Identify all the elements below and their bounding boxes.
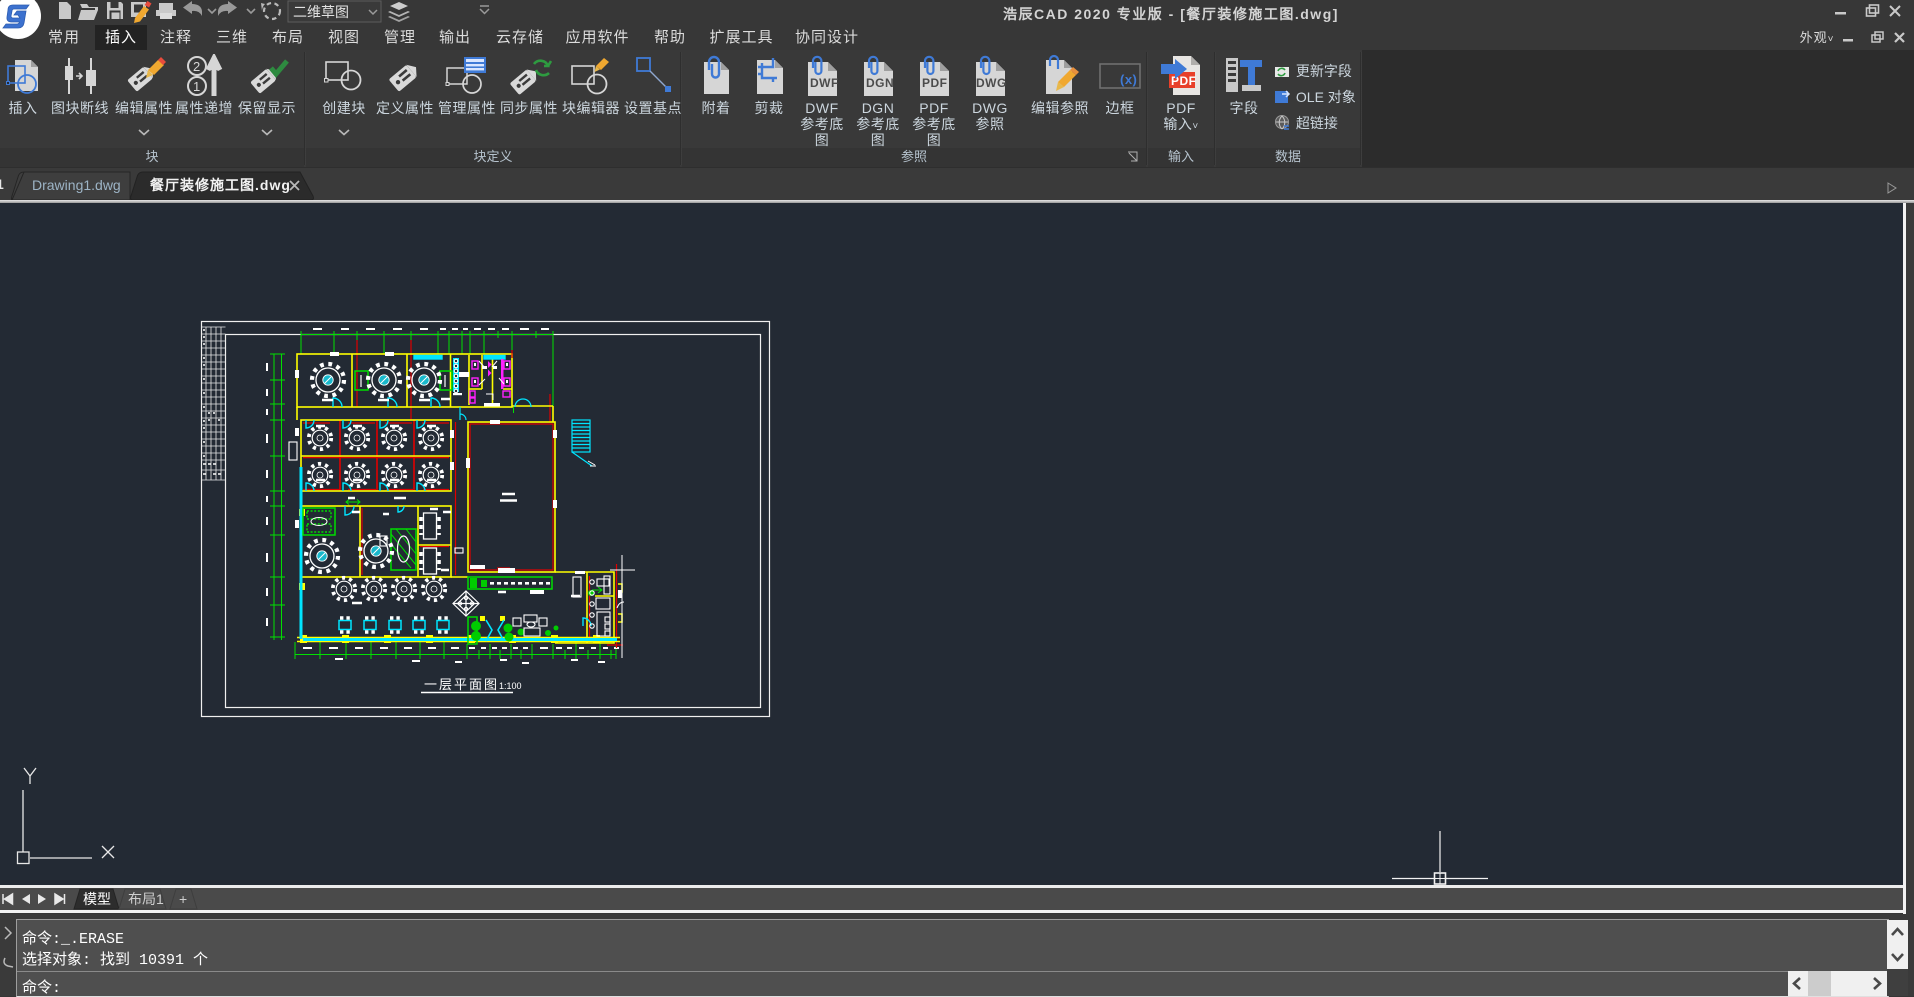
svg-text:+: + (179, 891, 187, 907)
svg-text:PDF: PDF (1171, 74, 1197, 88)
svg-text:一层平面图: 一层平面图 (424, 677, 499, 692)
svg-text:模型: 模型 (83, 891, 111, 907)
svg-text:布局1: 布局1 (128, 891, 164, 907)
svg-text:(x): (x) (1120, 72, 1137, 87)
svg-text:DWF: DWF (810, 76, 839, 90)
svg-text:二维草图: 二维草图 (293, 4, 349, 20)
svg-text:DWG: DWG (976, 76, 1007, 90)
svg-text:Drawing1.dwg: Drawing1.dwg (32, 177, 121, 193)
svg-text:PDF: PDF (922, 76, 948, 90)
svg-text:1: 1 (193, 79, 201, 94)
svg-text:1:100: 1:100 (499, 681, 522, 691)
svg-text:餐厅装修施工图.dwg: 餐厅装修施工图.dwg (149, 177, 291, 193)
svg-text:DGN: DGN (866, 76, 894, 90)
svg-text:2: 2 (193, 59, 201, 74)
